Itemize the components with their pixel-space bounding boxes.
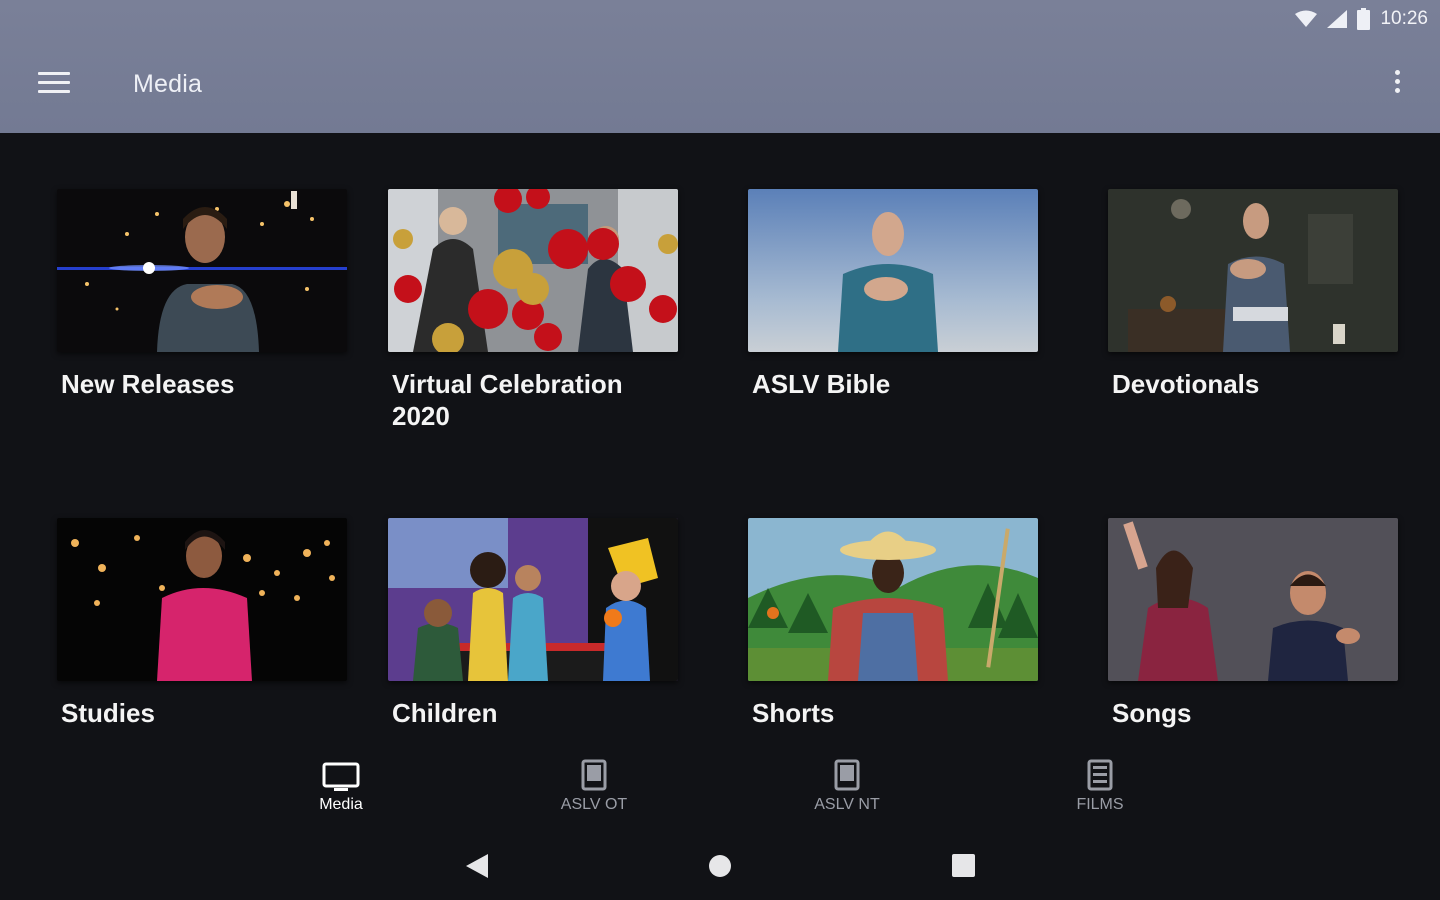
nav-label: Media [319, 796, 363, 813]
battery-icon [1357, 8, 1371, 30]
back-triangle-icon[interactable] [462, 852, 492, 880]
status-bar: 10:26 [1295, 6, 1428, 32]
recents-square-icon[interactable] [948, 852, 978, 880]
category-label: Virtual Celebration 2020 [392, 369, 623, 431]
wifi-icon [1295, 10, 1318, 27]
hamburger-menu-icon[interactable] [38, 72, 70, 98]
nav-item-films[interactable]: FILMS [1030, 758, 1170, 814]
category-thumbnail [57, 189, 347, 352]
more-vert-icon[interactable] [1390, 70, 1404, 100]
nav-label: FILMS [1076, 796, 1124, 813]
category-thumbnail [57, 518, 347, 681]
category-label: Shorts [752, 698, 835, 728]
category-label: ASLV Bible [752, 369, 891, 399]
category-label: Children [392, 698, 498, 728]
nav-label: ASLV NT [814, 796, 880, 813]
book-icon [581, 759, 607, 791]
nav-item-aslv-ot[interactable]: ASLV OT [524, 758, 664, 814]
bottom-navigation: Media ASLV OT ASLV NT FILMS [0, 750, 1440, 825]
category-thumbnail [748, 189, 1038, 352]
category-label: New Releases [61, 369, 235, 399]
status-time: 10:26 [1380, 8, 1428, 29]
category-thumbnail [388, 189, 678, 352]
category-label: Songs [1112, 698, 1192, 728]
nav-item-media[interactable]: Media [271, 758, 411, 814]
app-bar: 10:26 Media [0, 0, 1440, 133]
category-label: Studies [61, 698, 155, 728]
system-navigation-bar [0, 840, 1440, 890]
page-title: Media [133, 70, 203, 98]
category-thumbnail [1108, 518, 1398, 681]
category-card-shorts[interactable]: Shorts [748, 518, 1038, 729]
category-thumbnail [748, 518, 1038, 681]
category-card-devotionals[interactable]: Devotionals [1108, 189, 1398, 400]
nav-item-aslv-nt[interactable]: ASLV NT [777, 758, 917, 814]
home-circle-icon[interactable] [705, 852, 735, 880]
category-label: Devotionals [1112, 369, 1260, 399]
category-card-aslv-bible[interactable]: ASLV Bible [748, 189, 1038, 400]
nav-label: ASLV OT [560, 796, 628, 813]
cell-signal-icon [1327, 10, 1348, 28]
category-thumbnail [388, 518, 678, 681]
category-card-children[interactable]: Children [388, 518, 678, 729]
category-card-new-releases[interactable]: New Releases [57, 189, 347, 400]
book-icon [834, 759, 860, 791]
category-thumbnail [1108, 189, 1398, 352]
category-card-studies[interactable]: Studies [57, 518, 347, 729]
category-card-virtual-celebration[interactable]: Virtual Celebration 2020 [388, 189, 678, 432]
category-card-songs[interactable]: Songs [1108, 518, 1398, 729]
film-icon [1087, 759, 1113, 791]
tv-icon [322, 762, 360, 791]
